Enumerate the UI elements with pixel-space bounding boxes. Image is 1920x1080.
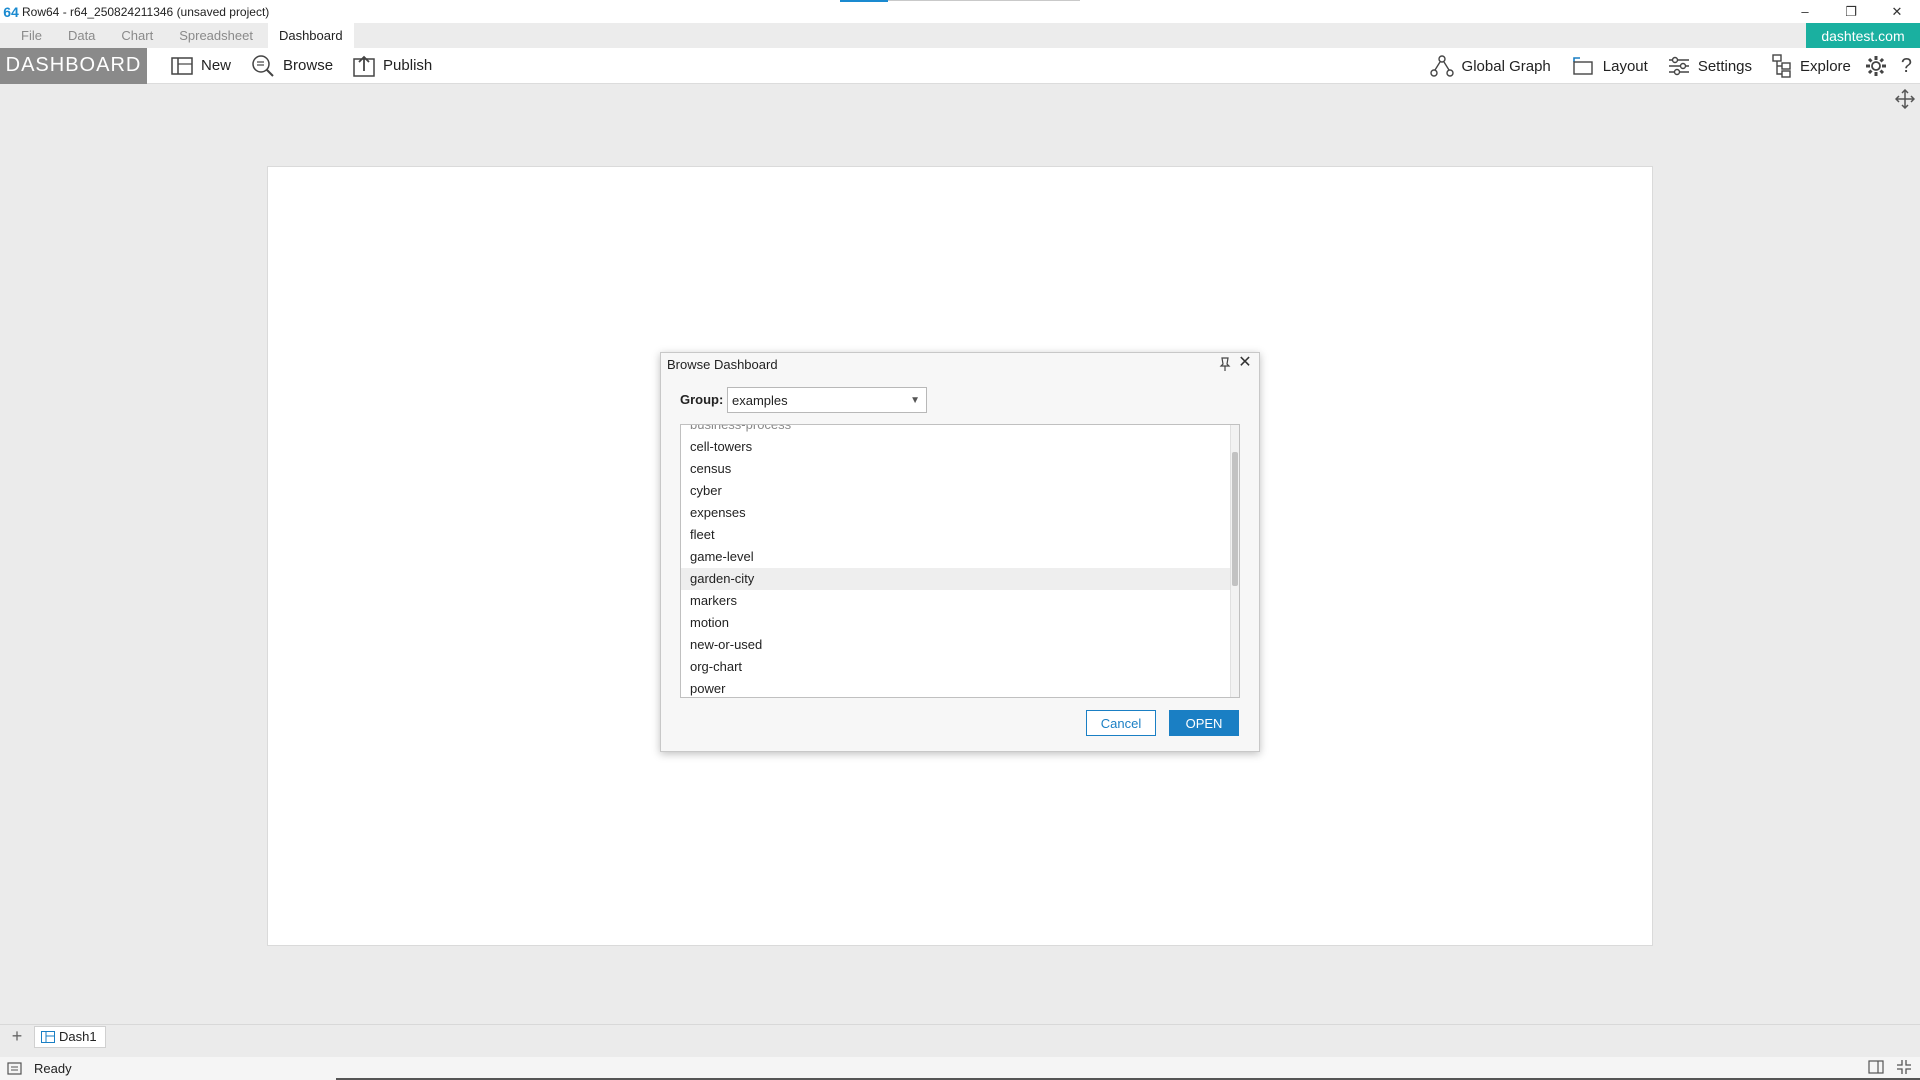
tab-file[interactable]: File [10, 23, 53, 48]
browse-button[interactable]: Browse [241, 48, 343, 84]
layout-icon [1572, 57, 1593, 75]
site-badge[interactable]: dashtest.com [1806, 23, 1920, 48]
publish-button[interactable]: Publish [343, 48, 442, 84]
dialog-close-icon[interactable]: ✕ [1237, 354, 1253, 372]
app-logo: 64 [3, 3, 19, 20]
browse-dashboard-dialog: Browse Dashboard ✕ Group: examples ▼ bus… [660, 352, 1260, 752]
minimize-button[interactable]: – [1782, 0, 1828, 23]
settings-button[interactable]: Settings [1658, 48, 1762, 84]
list-item[interactable]: power [681, 678, 1231, 697]
status-bar: Ready [0, 1057, 1920, 1080]
status-right-controls [1868, 1059, 1912, 1075]
list-item[interactable]: motion [681, 612, 1231, 634]
list-item[interactable]: game-level [681, 546, 1231, 568]
window-controls: – ❐ ✕ [1782, 0, 1920, 23]
new-label: New [201, 57, 232, 74]
list-scrollbar[interactable] [1230, 425, 1239, 697]
list-item[interactable]: census [681, 458, 1231, 480]
collapse-icon[interactable] [1896, 1059, 1912, 1075]
cancel-button[interactable]: Cancel [1086, 710, 1156, 736]
gear-button[interactable] [1861, 48, 1899, 84]
tab-chart[interactable]: Chart [110, 23, 164, 48]
log-icon[interactable] [0, 1061, 30, 1077]
browse-search-icon [252, 54, 274, 77]
restore-button[interactable]: ❐ [1828, 0, 1874, 23]
layout-label: Layout [1602, 57, 1648, 75]
tab-spreadsheet[interactable]: Spreadsheet [168, 23, 264, 48]
graph-nodes-icon [1429, 55, 1454, 77]
tab-dashboard[interactable]: Dashboard [267, 23, 354, 48]
chevron-down-icon: ▼ [910, 395, 920, 406]
sheet-tab-dash1[interactable]: Dash1 [34, 1025, 106, 1048]
list-item[interactable]: org-chart [681, 656, 1231, 678]
toolbar: DASHBOARD New Browse Publish Global Grap… [0, 47, 1920, 84]
status-text: Ready [34, 1061, 72, 1076]
gear-icon [1865, 56, 1886, 76]
pin-icon[interactable] [1217, 356, 1233, 372]
title-progress-track [888, 0, 1080, 1]
list-item[interactable]: expenses [681, 502, 1231, 524]
move-handle-icon[interactable] [1894, 88, 1916, 110]
sheet-tab-label: Dash1 [59, 1029, 97, 1044]
close-button[interactable]: ✕ [1874, 0, 1920, 23]
dashboard-list[interactable]: business-process cell-towers census cybe… [680, 424, 1240, 698]
list-item[interactable]: business-process [681, 425, 1231, 436]
list-item[interactable]: cyber [681, 480, 1231, 502]
title-progress-indicator [840, 0, 888, 2]
explore-label: Explore [1800, 57, 1851, 75]
title-bar: 64 Row64 - r64_250824211346 (unsaved pro… [0, 0, 1920, 23]
add-sheet-button[interactable]: + [0, 1026, 34, 1047]
list-item-hovered[interactable]: garden-city [681, 568, 1231, 590]
group-label: Group: [680, 392, 724, 407]
menu-tabs: File Data Chart Spreadsheet Dashboard [0, 23, 1920, 48]
global-graph-label: Global Graph [1461, 57, 1551, 75]
list-item[interactable]: new-or-used [681, 634, 1231, 656]
group-select[interactable]: examples ▼ [727, 387, 927, 413]
publish-upload-icon [353, 55, 375, 77]
group-select-value: examples [732, 392, 788, 408]
open-button[interactable]: OPEN [1169, 710, 1239, 736]
list-item[interactable]: cell-towers [681, 436, 1231, 458]
new-dashboard-icon [171, 56, 193, 75]
dialog-title: Browse Dashboard [667, 357, 778, 372]
new-button[interactable]: New [161, 48, 241, 84]
dashboard-list-items: business-process cell-towers census cybe… [681, 425, 1231, 697]
browse-label: Browse [283, 57, 334, 74]
help-button[interactable]: ? [1899, 48, 1920, 84]
layout-button[interactable]: Layout [1561, 48, 1658, 84]
window-title: Row64 - r64_250824211346 (unsaved projec… [22, 4, 270, 19]
global-graph-button[interactable]: Global Graph [1420, 48, 1561, 84]
tab-data[interactable]: Data [57, 23, 106, 48]
toolbar-right: Global Graph Layout Settings Explore ? [1420, 48, 1920, 84]
sliders-icon [1668, 56, 1689, 76]
section-label: DASHBOARD [0, 47, 147, 84]
dashboard-tab-icon [41, 1030, 55, 1043]
list-scrollbar-thumb[interactable] [1232, 452, 1238, 586]
explore-tree-icon [1772, 54, 1791, 78]
sheet-tab-bar: + Dash1 [0, 1024, 1920, 1048]
list-item[interactable]: markers [681, 590, 1231, 612]
publish-label: Publish [383, 57, 433, 74]
list-item[interactable]: fleet [681, 524, 1231, 546]
settings-label: Settings [1697, 57, 1753, 75]
explore-button[interactable]: Explore [1762, 48, 1861, 84]
panel-toggle-icon[interactable] [1868, 1059, 1884, 1075]
